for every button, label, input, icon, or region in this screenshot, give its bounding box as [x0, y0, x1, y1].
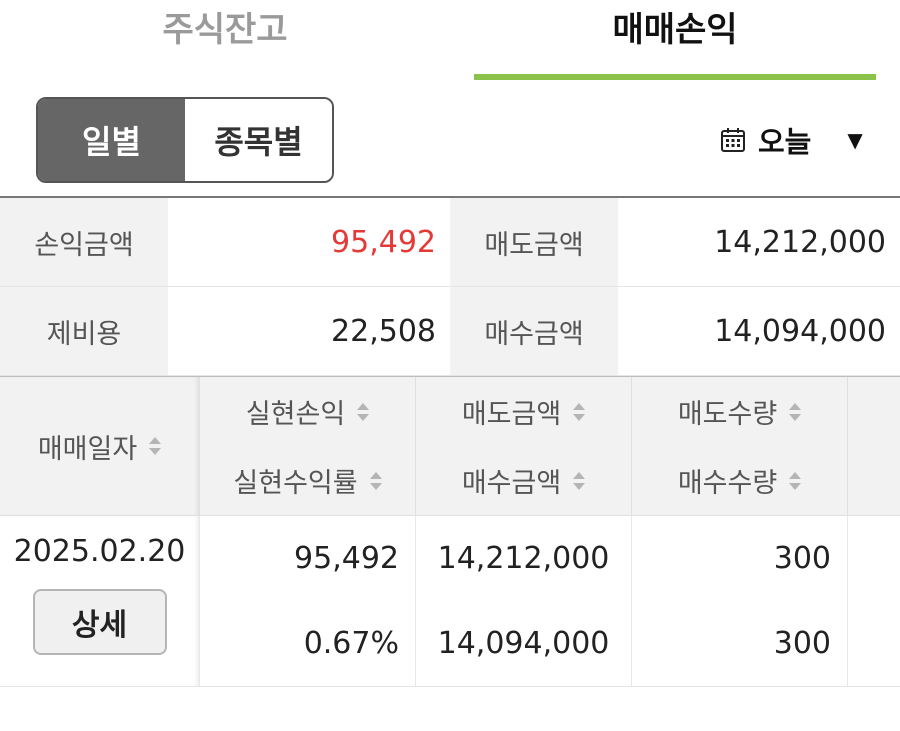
- header-pnl-group: 실현손익 실현수익률: [200, 377, 416, 515]
- header-realized-rate-label: 실현수익률: [233, 468, 358, 499]
- header-realized-rate[interactable]: 실현수익률: [200, 446, 415, 515]
- summary-row: 제비용 22,508 매수금액 14,094,000: [0, 287, 900, 376]
- header-overflow-column: [848, 377, 900, 515]
- header-trade-date[interactable]: 매매일자: [0, 377, 200, 515]
- realized-rate-value: 0.67%: [303, 626, 399, 661]
- header-realized-pnl-label: 실현손익: [245, 399, 346, 430]
- header-buy-amount[interactable]: 매수금액: [416, 446, 631, 515]
- header-sell-amount-label: 매도금액: [461, 399, 562, 430]
- tab-stock-balance[interactable]: 주식잔고: [0, 0, 450, 84]
- amount-cell: 14,212,000 14,094,000: [416, 516, 632, 686]
- active-tab-indicator: [474, 74, 876, 80]
- header-sell-qty[interactable]: 매도수량: [632, 377, 847, 446]
- segment-by-stock-button[interactable]: 종목별: [185, 99, 332, 181]
- realized-pnl-value: 95,492: [294, 541, 399, 576]
- header-trade-date-label: 매매일자: [37, 433, 138, 465]
- fee-label: 제비용: [0, 287, 168, 375]
- trade-date-cell: 2025.02.20 상세: [0, 516, 200, 686]
- header-buy-amount-label: 매수금액: [461, 468, 562, 499]
- tab-trade-pnl[interactable]: 매매손익: [474, 0, 876, 84]
- header-realized-pnl[interactable]: 실현손익: [200, 377, 415, 446]
- sort-icon: [789, 471, 802, 491]
- sell-amount-cell-value: 14,212,000: [437, 541, 610, 576]
- pnl-summary: 손익금액 95,492 매도금액 14,212,000 제비용 22,508 매…: [0, 196, 900, 376]
- buy-amount-label: 매수금액: [450, 287, 618, 375]
- sell-amount-value: 14,212,000: [714, 224, 886, 260]
- sell-qty-value: 300: [773, 541, 831, 576]
- qty-cell: 300 300: [632, 516, 848, 686]
- date-selector[interactable]: 오늘 ▼: [720, 118, 880, 162]
- pnl-amount-value: 95,492: [331, 224, 436, 260]
- sort-icon: [149, 436, 162, 456]
- date-label: 오늘: [758, 125, 812, 159]
- detail-button[interactable]: 상세: [32, 589, 167, 655]
- summary-row: 손익금액 95,492 매도금액 14,212,000: [0, 198, 900, 287]
- header-sell-amount[interactable]: 매도금액: [416, 377, 631, 446]
- buy-amount-value: 14,094,000: [714, 313, 886, 349]
- period-segment-control: 일별 종목별: [36, 97, 334, 183]
- header-amount-group: 매도금액 매수금액: [416, 377, 632, 515]
- pnl-cell: 95,492 0.67%: [200, 516, 416, 686]
- fee-value: 22,508: [331, 313, 436, 349]
- header-sell-qty-label: 매도수량: [677, 399, 778, 430]
- header-qty-group: 매도수량 매수수량: [632, 377, 848, 515]
- header-buy-qty[interactable]: 매수수량: [632, 446, 847, 515]
- table-header: 매매일자 실현손익 실현수익률 매도금액 매수금액 매도수량 매수수량: [0, 377, 900, 516]
- buy-qty-value: 300: [773, 626, 831, 661]
- trade-date-value: 2025.02.20: [13, 534, 186, 569]
- caret-down-icon: ▼: [847, 128, 863, 152]
- pnl-amount-label: 손익금액: [0, 198, 168, 286]
- segment-daily-button[interactable]: 일별: [38, 99, 185, 181]
- overflow-cell: [848, 516, 900, 686]
- tab-bar: 주식잔고 매매손익: [0, 0, 900, 82]
- sort-icon: [369, 471, 382, 491]
- calendar-icon: [721, 128, 745, 152]
- header-buy-qty-label: 매수수량: [677, 468, 778, 499]
- buy-amount-cell-value: 14,094,000: [437, 626, 610, 661]
- sort-icon: [357, 402, 370, 422]
- sort-icon: [573, 402, 586, 422]
- sort-icon: [789, 402, 802, 422]
- sort-icon: [573, 471, 586, 491]
- trade-history-table: 매매일자 실현손익 실현수익률 매도금액 매수금액 매도수량 매수수량 2025…: [0, 376, 900, 687]
- table-row: 2025.02.20 상세 95,492 0.67% 14,212,000 14…: [0, 516, 900, 687]
- sell-amount-label: 매도금액: [450, 198, 618, 286]
